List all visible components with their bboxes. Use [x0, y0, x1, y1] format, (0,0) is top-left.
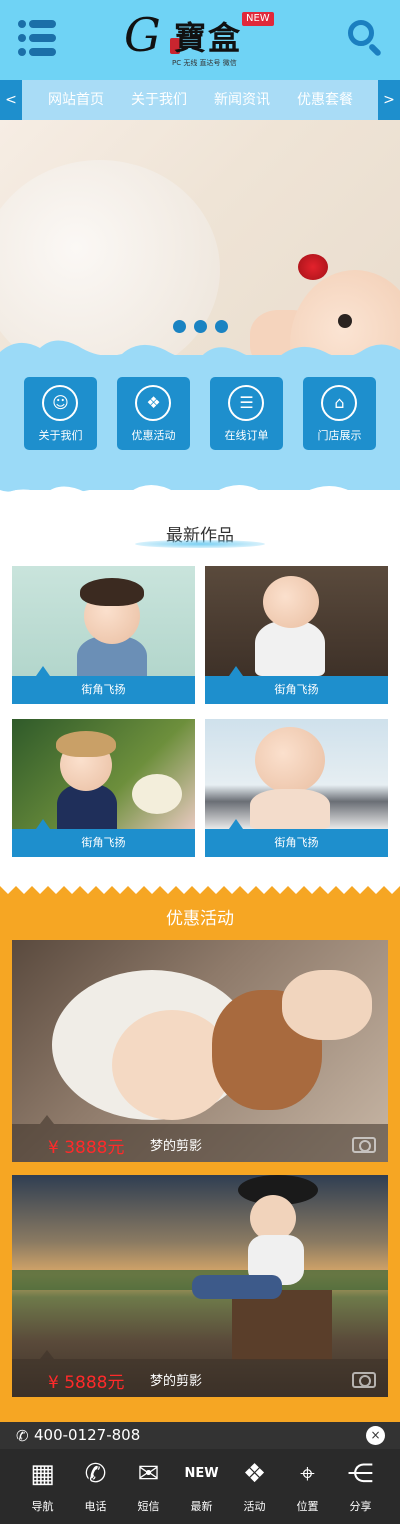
logo-letter: G	[124, 8, 161, 62]
cloud-divider-top	[0, 340, 400, 370]
header: G 寶盒 NEW PC 无线 直达号 微信	[0, 0, 400, 80]
work-photo	[12, 719, 195, 834]
promotions-title: 优惠活动	[166, 909, 234, 929]
toolbar-sms-button[interactable]: ✉ 短信	[120, 1452, 177, 1520]
title-underline	[135, 540, 265, 548]
menu-icon[interactable]	[18, 20, 56, 58]
nav-item-home[interactable]: 网站首页	[48, 80, 104, 120]
work-photo	[12, 566, 195, 686]
toolbar-label: 活动	[243, 1500, 266, 1513]
quick-link-orders[interactable]: ☰ 在线订单	[210, 377, 283, 450]
work-card[interactable]: 街角飞扬	[12, 719, 195, 857]
main-nav: < 网站首页 关于我们 新闻资讯 优惠套餐 >	[0, 80, 400, 120]
logo-tagline: PC 无线 直达号 微信	[172, 59, 237, 67]
nav-item-about[interactable]: 关于我们	[131, 80, 187, 120]
work-photo	[205, 719, 388, 829]
toolbar-latest-button[interactable]: NEW 最新	[173, 1452, 230, 1520]
work-card[interactable]: 街角飞扬	[205, 719, 388, 857]
work-caption: 街角飞扬	[12, 676, 195, 704]
work-card[interactable]: 街角飞扬	[12, 566, 195, 704]
message-icon: ✉	[137, 1459, 160, 1489]
work-caption: 街角飞扬	[205, 829, 388, 857]
search-icon[interactable]	[348, 20, 384, 58]
toolbar-label: 短信	[137, 1500, 160, 1513]
promo-card[interactable]: ¥ 5888元 梦的剪影	[12, 1175, 388, 1397]
store-icon: ⌂	[334, 393, 345, 412]
quick-link-label: 优惠活动	[131, 429, 176, 442]
toolbar-label: 最新	[190, 1500, 213, 1513]
quick-link-label: 关于我们	[38, 429, 83, 442]
quick-link-stores[interactable]: ⌂ 门店展示	[303, 377, 376, 450]
toolbar-events-button[interactable]: ❖ 活动	[226, 1452, 283, 1520]
zigzag-divider	[0, 882, 400, 894]
logo-new-badge: NEW	[242, 12, 274, 26]
new-icon: NEW	[184, 1466, 219, 1481]
camera-icon	[352, 1372, 376, 1388]
toolbar-location-button[interactable]: ⌖ 位置	[279, 1452, 336, 1520]
logo-text: 寶盒	[174, 19, 243, 57]
person-icon: ☺	[52, 393, 69, 412]
grid-icon: ▦	[30, 1459, 55, 1489]
close-button[interactable]: ×	[366, 1426, 385, 1445]
quick-link-label: 门店展示	[317, 429, 362, 442]
promo-name: 梦的剪影	[150, 1374, 203, 1389]
camera-icon	[352, 1137, 376, 1153]
work-card[interactable]: 街角飞扬	[205, 566, 388, 704]
promo-price: ¥ 5888元	[48, 1373, 125, 1393]
contact-bar: ✆ 400-0127-808 ×	[0, 1422, 400, 1449]
toolbar-share-button[interactable]: ⋲ 分享	[332, 1452, 389, 1520]
gift-icon: ❖	[242, 1459, 267, 1489]
promo-price: ¥ 3888元	[48, 1138, 125, 1158]
phone-icon: ✆	[16, 1427, 29, 1445]
work-caption: 街角飞扬	[12, 829, 195, 857]
work-caption: 街角飞扬	[205, 676, 388, 704]
toolbar-nav-button[interactable]: ▦ 导航	[14, 1452, 71, 1520]
nav-item-packages[interactable]: 优惠套餐	[297, 80, 353, 120]
phone-icon: ✆	[84, 1459, 107, 1489]
toolbar-label: 导航	[31, 1500, 54, 1513]
toolbar-label: 电话	[84, 1500, 107, 1513]
nav-next-button[interactable]: >	[378, 80, 400, 120]
toolbar-label: 位置	[296, 1500, 319, 1513]
promo-card[interactable]: ¥ 3888元 梦的剪影	[12, 940, 388, 1162]
phone-number-link[interactable]: 400-0127-808	[34, 1426, 140, 1444]
toolbar-phone-button[interactable]: ✆ 电话	[67, 1452, 124, 1520]
nav-item-news[interactable]: 新闻资讯	[214, 80, 270, 120]
cloud-divider-bottom	[0, 466, 400, 506]
quick-link-label: 在线订单	[224, 429, 269, 442]
gift-icon: ❖	[146, 393, 161, 412]
quick-link-about[interactable]: ☺ 关于我们	[24, 377, 97, 450]
document-icon: ☰	[239, 393, 254, 412]
toolbar-label: 分享	[349, 1500, 372, 1513]
promo-name: 梦的剪影	[150, 1139, 203, 1154]
location-icon: ⌖	[300, 1459, 315, 1489]
wooden-stool-image	[232, 1290, 332, 1360]
work-photo	[205, 566, 388, 676]
site-logo[interactable]: G 寶盒 NEW PC 无线 直达号 微信	[120, 8, 280, 72]
nav-prev-button[interactable]: <	[0, 80, 22, 120]
share-icon: ⋲	[347, 1459, 374, 1489]
quick-link-promotions[interactable]: ❖ 优惠活动	[117, 377, 190, 450]
rose-image	[298, 254, 328, 280]
